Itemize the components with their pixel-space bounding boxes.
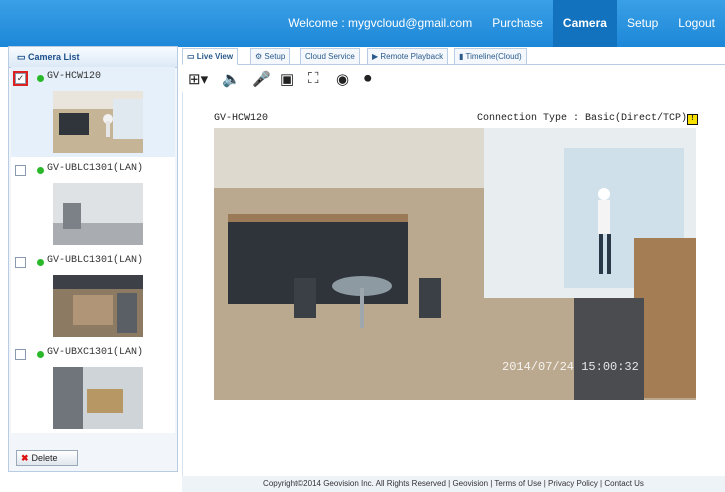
layout-dropdown-icon[interactable]: ⊞▾: [188, 70, 208, 88]
speaker-icon[interactable]: 🔈: [222, 70, 241, 88]
tab-remote-playback-label: Remote Playback: [380, 52, 444, 61]
online-status-icon: [37, 75, 44, 82]
camera-name: GV-UBLC1301(LAN): [47, 255, 144, 266]
camera-list-panel: ▭ Camera List ✓ GV-HCW120 GV-UBLC1301(LA…: [8, 46, 178, 472]
delete-button[interactable]: ✖ Delete: [16, 450, 78, 466]
camera-name: GV-HCW120: [47, 71, 102, 82]
tab-timeline-label: Timeline(Cloud): [465, 52, 522, 61]
tab-setup-label: Setup: [264, 52, 286, 61]
tab-bar: ▭ Live View ⚙ Setup Cloud Service ▶ Remo…: [182, 46, 725, 65]
camera-checkbox[interactable]: [15, 257, 26, 268]
top-navigation-bar: Welcome : mygvcloud@gmail.com Purchase C…: [0, 0, 725, 47]
tab-remote-playback[interactable]: ▶ Remote Playback: [367, 48, 449, 65]
delete-label: Delete: [31, 453, 58, 463]
camera-list: ✓ GV-HCW120 GV-UBLC1301(LAN) GV-UBLC1301…: [11, 67, 175, 433]
snapshot-icon[interactable]: ▣: [280, 70, 294, 88]
tab-cloud-service-label: Cloud Service: [305, 52, 355, 61]
thumbnail-image: [53, 183, 143, 245]
nav-purchase[interactable]: Purchase: [482, 0, 553, 47]
nav-camera[interactable]: Camera: [552, 0, 617, 47]
live-view-icon: ▭: [187, 52, 197, 61]
tab-timeline[interactable]: ▮ Timeline(Cloud): [454, 48, 527, 65]
video-header: GV-HCW120 Connection Type : Basic(Direct…: [214, 110, 698, 128]
tab-setup[interactable]: ⚙ Setup: [250, 48, 291, 65]
online-status-icon: [37, 351, 44, 358]
camera-item[interactable]: GV-UBLC1301(LAN): [11, 251, 175, 341]
camera-item[interactable]: GV-UBLC1301(LAN): [11, 159, 175, 249]
fullscreen-icon[interactable]: ⛶: [308, 70, 319, 87]
nav-logout[interactable]: Logout: [668, 0, 725, 47]
thumbnail-image: [53, 91, 143, 153]
setup-icon: ⚙: [255, 52, 265, 61]
live-view-toolbar: ⊞▾ 🔈 🎤 ▣ ⛶ ◉ ⏺: [182, 66, 725, 92]
connection-type-text: Connection Type : Basic(Direct/TCP): [476, 113, 687, 124]
delete-icon: ✖: [21, 453, 29, 463]
tab-cloud-service[interactable]: Cloud Service: [300, 48, 360, 65]
tab-live-view[interactable]: ▭ Live View: [182, 48, 239, 65]
io-control-icon[interactable]: ⏺: [364, 70, 372, 87]
camera-list-title: Camera List: [28, 52, 80, 62]
camera-list-header: ▭ Camera List: [9, 47, 177, 68]
camera-checkbox[interactable]: [15, 349, 26, 360]
nav-items: Welcome : mygvcloud@gmail.com Purchase C…: [278, 0, 725, 47]
thumbnail-image: [53, 275, 143, 337]
camera-checkbox[interactable]: ✓: [13, 71, 28, 86]
live-video-feed[interactable]: 2014/07/24 15:00:32: [214, 128, 696, 400]
video-timestamp: 2014/07/24 15:00:32: [502, 360, 639, 374]
thumbnail-image: [53, 367, 143, 429]
camera-checkbox[interactable]: [15, 165, 26, 176]
camera-thumbnail[interactable]: [53, 183, 143, 245]
camera-thumbnail[interactable]: [53, 367, 143, 429]
nav-setup[interactable]: Setup: [617, 0, 668, 47]
welcome-text: Welcome : mygvcloud@gmail.com: [288, 16, 473, 30]
footer: Copyright©2014 Geovision Inc. All Rights…: [182, 476, 725, 492]
camera-list-icon: ▭: [17, 52, 29, 62]
online-status-icon: [37, 259, 44, 266]
connection-type: Connection Type : Basic(Direct/TCP)!: [477, 113, 698, 125]
ptz-icon[interactable]: ◉: [336, 70, 349, 88]
video-camera-name: GV-HCW120: [214, 113, 269, 124]
camera-name: GV-UBLC1301(LAN): [47, 163, 144, 174]
camera-item[interactable]: ✓ GV-HCW120: [11, 67, 175, 157]
camera-thumbnail[interactable]: [53, 91, 143, 153]
microphone-icon[interactable]: 🎤: [252, 70, 271, 88]
warning-icon[interactable]: !: [687, 114, 698, 125]
online-status-icon: [37, 167, 44, 174]
camera-thumbnail[interactable]: [53, 275, 143, 337]
tab-live-view-label: Live View: [196, 52, 234, 61]
camera-name: GV-UBXC1301(LAN): [47, 347, 144, 358]
camera-item[interactable]: GV-UBXC1301(LAN): [11, 343, 175, 433]
